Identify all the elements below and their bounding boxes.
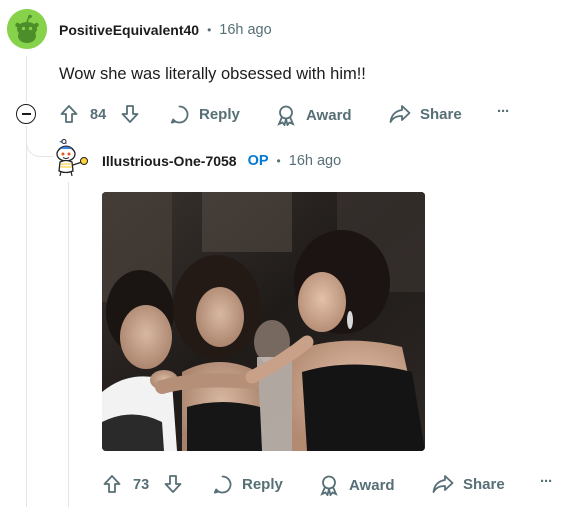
award-label: Award xyxy=(306,106,352,124)
share-button[interactable]: Share xyxy=(432,474,505,494)
minus-icon xyxy=(21,113,31,115)
upvote-arrow-icon xyxy=(60,105,78,123)
upvote-arrow-icon xyxy=(103,475,121,493)
share-label: Share xyxy=(420,105,462,123)
collapse-thread-button[interactable] xyxy=(16,104,36,124)
downvote-button[interactable] xyxy=(163,474,183,494)
award-label: Award xyxy=(349,476,395,494)
snoo-avatar-icon xyxy=(56,139,88,177)
thread-connector xyxy=(26,126,53,157)
share-button[interactable]: Share xyxy=(389,104,462,124)
reply-label: Reply xyxy=(242,476,283,493)
reply-button[interactable]: Reply xyxy=(169,104,240,125)
upvote-button[interactable] xyxy=(102,474,122,494)
comment-actions: 84 Reply Award Share ··· xyxy=(59,103,579,127)
thread-line-main-lower xyxy=(26,126,27,507)
comment-bubble-icon xyxy=(213,475,232,494)
reply-timestamp[interactable]: 16h ago xyxy=(289,153,341,169)
thread-line-main xyxy=(26,56,27,102)
reply-header: Illustrious-One-7058 OP • 16h ago xyxy=(102,153,341,169)
downvote-button[interactable] xyxy=(120,104,140,124)
op-badge: OP xyxy=(247,153,269,169)
more-options-button[interactable]: ··· xyxy=(540,473,553,490)
share-arrow-icon xyxy=(432,475,454,493)
share-label: Share xyxy=(463,475,505,493)
downvote-arrow-icon xyxy=(121,105,139,123)
thread-line-reply xyxy=(68,182,69,507)
reply-label: Reply xyxy=(199,106,240,123)
reply-avatar[interactable] xyxy=(51,138,91,180)
snoo-avatar-icon xyxy=(7,9,47,49)
separator-dot: • xyxy=(276,154,281,168)
more-options-button[interactable]: ··· xyxy=(497,103,510,120)
award-icon xyxy=(320,475,338,496)
award-icon xyxy=(277,105,295,126)
award-button[interactable]: Award xyxy=(318,474,395,496)
vote-count: 73 xyxy=(133,477,150,493)
reply-actions: 73 Reply Award Share ··· xyxy=(102,473,572,497)
upvote-button[interactable] xyxy=(59,104,79,124)
comment-timestamp[interactable]: 16h ago xyxy=(219,22,271,38)
photo-image xyxy=(102,192,425,451)
reply-username[interactable]: Illustrious-One-7058 xyxy=(102,153,237,169)
downvote-arrow-icon xyxy=(164,475,182,493)
reply-button[interactable]: Reply xyxy=(212,474,283,495)
comment-username[interactable]: PositiveEquivalent40 xyxy=(59,22,199,38)
vote-count: 84 xyxy=(90,107,107,123)
avatar[interactable] xyxy=(7,9,47,49)
award-button[interactable]: Award xyxy=(275,104,352,126)
comment-bubble-icon xyxy=(170,105,189,124)
share-arrow-icon xyxy=(389,105,411,123)
comment-text: Wow she was literally obsessed with him!… xyxy=(59,65,366,83)
reply-image[interactable] xyxy=(102,192,425,451)
comment-header: PositiveEquivalent40 • 16h ago xyxy=(59,22,272,38)
separator-dot: • xyxy=(207,23,212,37)
